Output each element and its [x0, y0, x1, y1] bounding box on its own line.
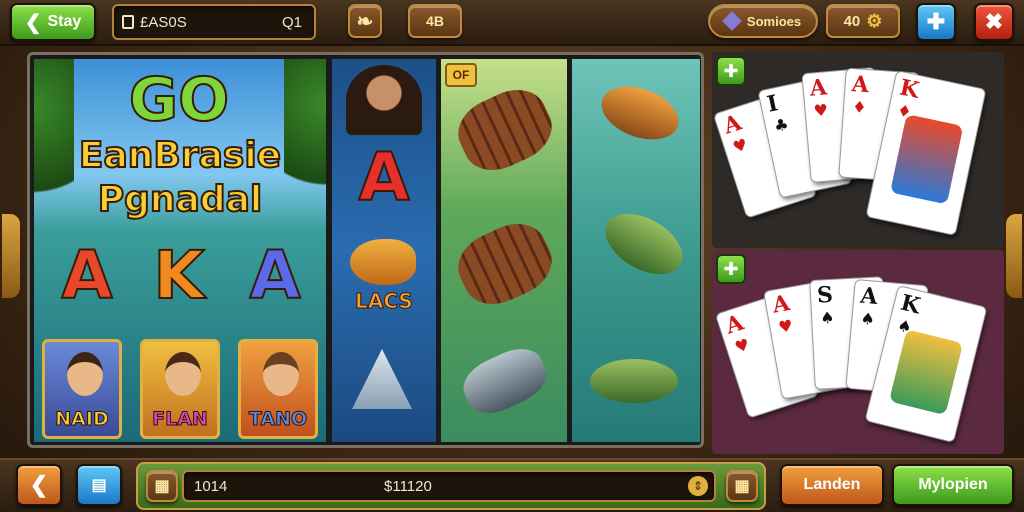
bet-minus-button[interactable]: ▦ — [146, 470, 178, 502]
plus-icon: ✚ — [926, 9, 946, 34]
bass-fish-icon — [590, 359, 678, 403]
reel-2: OF — [441, 59, 567, 442]
avatar-label: TANO — [248, 408, 308, 431]
shark-fin-icon — [352, 349, 412, 409]
scatter-button[interactable]: ❧ — [348, 4, 382, 38]
card-rank: A — [722, 309, 747, 340]
plus-icon: ✚ — [723, 258, 739, 279]
jumping-fish-icon — [594, 76, 686, 150]
gem-icon — [722, 11, 742, 31]
bet-left-value: 1014 — [194, 477, 228, 495]
land-label: Landen — [803, 476, 861, 493]
reel-3 — [572, 59, 700, 442]
card-suit: ♥ — [812, 100, 829, 121]
back-button[interactable]: ❮ Stay — [10, 3, 96, 41]
avatar-label: NAID — [55, 408, 109, 431]
card-suit: ♥ — [732, 334, 752, 357]
face-icon — [67, 352, 103, 396]
scroll-right-arrow[interactable] — [1004, 212, 1024, 300]
arrow-left-icon: ❮ — [29, 472, 49, 497]
barrel-fish-icon — [448, 212, 562, 316]
land-button[interactable]: Landen — [780, 464, 884, 506]
logo-line2: EanBrasie — [78, 134, 282, 177]
card-suit: ♠ — [819, 307, 835, 328]
card-rank: A — [808, 74, 828, 102]
card-suit: ♥ — [776, 315, 795, 337]
card-rank: A — [770, 290, 792, 319]
logo-panel: GO EanBrasie Pgnadal A K A NAID FLAN TAN… — [34, 59, 326, 442]
character-portrait — [346, 65, 422, 135]
stepper-icon: ⇕ — [688, 476, 708, 496]
back-label: Stay — [47, 13, 82, 30]
gear-icon: ⚙ — [866, 10, 883, 31]
close-icon: ✖ — [984, 9, 1004, 34]
account-suffix: Q1 — [281, 13, 302, 31]
add-button[interactable]: ✚ — [916, 3, 956, 41]
account-field[interactable]: £AS0S Q1 — [112, 4, 316, 40]
coins-label: 40 — [843, 12, 861, 30]
card-rank: K — [898, 289, 923, 320]
account-value: £AS0S — [140, 13, 187, 31]
card-rank: I — [764, 90, 781, 118]
avatar-tano[interactable]: TANO — [238, 339, 318, 439]
wallet-icon — [122, 15, 134, 29]
bet-field[interactable]: 1014 $11120 ⇕ — [182, 470, 716, 502]
scroll-left-arrow[interactable] — [0, 212, 22, 300]
reel1-letter: A — [357, 138, 410, 217]
bottom-bar: ❮ ▤ ▦ 1014 $11120 ⇕ ▦ Landen Mylopien — [0, 458, 1024, 512]
card-rank: S — [816, 281, 834, 309]
card-suit: ♥ — [730, 134, 750, 157]
card-rank: A — [720, 109, 745, 140]
reel1-fish-label: LACS — [355, 289, 414, 314]
paytable-button[interactable]: ▤ — [76, 464, 122, 506]
card-suit: ♠ — [859, 308, 876, 329]
card-suit: ♣ — [772, 114, 791, 136]
info-icon: ▤ — [91, 477, 107, 494]
logo-line1: GO — [128, 64, 230, 136]
chip-icon: ▦ — [154, 478, 170, 495]
scatter-icon: ❧ — [356, 10, 374, 33]
spins-label: Somioes — [746, 13, 802, 29]
coins-button[interactable]: 40 ⚙ — [826, 4, 900, 38]
king-face-icon — [888, 329, 964, 416]
bet-plus-button[interactable]: ▦ — [726, 470, 758, 502]
card-rank: K — [897, 74, 922, 104]
bass-fish-icon — [595, 201, 693, 287]
chest-icon: ▦ — [734, 478, 750, 495]
arrow-left-icon: ❮ — [24, 11, 42, 34]
lure-icon — [455, 339, 555, 423]
king-face-icon — [890, 114, 964, 205]
play-button[interactable]: Mylopien — [892, 464, 1014, 506]
counter-label: 4B — [426, 13, 444, 29]
reel-1: A LACS — [332, 59, 436, 442]
avatar-naid[interactable]: NAID — [42, 339, 122, 439]
reel2-badge: OF — [445, 63, 477, 87]
bottom-hand-add-button[interactable]: ✚ — [716, 254, 746, 284]
balance-value: $11120 — [384, 477, 432, 495]
spins-button[interactable]: Somioes — [708, 4, 818, 38]
back-arrow-button[interactable]: ❮ — [16, 464, 62, 506]
card-suit: ♦ — [851, 97, 868, 118]
card-rank: A — [859, 282, 879, 310]
counter-button[interactable]: 4B — [408, 4, 462, 38]
letter-k-orange: K — [152, 236, 205, 315]
bet-bar: ▦ 1014 $11120 ⇕ ▦ — [136, 462, 766, 510]
letter-a-red: A — [60, 236, 113, 315]
face-icon — [263, 352, 299, 396]
letter-a-blue: A — [248, 236, 301, 315]
top-hand-add-button[interactable]: ✚ — [716, 56, 746, 86]
close-button[interactable]: ✖ — [974, 3, 1014, 41]
logo-line3: Pgnadal — [97, 178, 263, 221]
fish-icon — [350, 239, 416, 285]
avatar-label: FLAN — [152, 408, 209, 431]
face-icon — [165, 352, 201, 396]
card-rank: A — [850, 71, 870, 99]
barrel-fish-icon — [448, 78, 562, 182]
plus-icon: ✚ — [723, 60, 739, 81]
top-bar: ❮ Stay £AS0S Q1 ❧ 4B Somioes 40 ⚙ ✚ ✖ — [0, 0, 1024, 46]
avatar-flan[interactable]: FLAN — [140, 339, 220, 439]
play-label: Mylopien — [918, 476, 988, 493]
